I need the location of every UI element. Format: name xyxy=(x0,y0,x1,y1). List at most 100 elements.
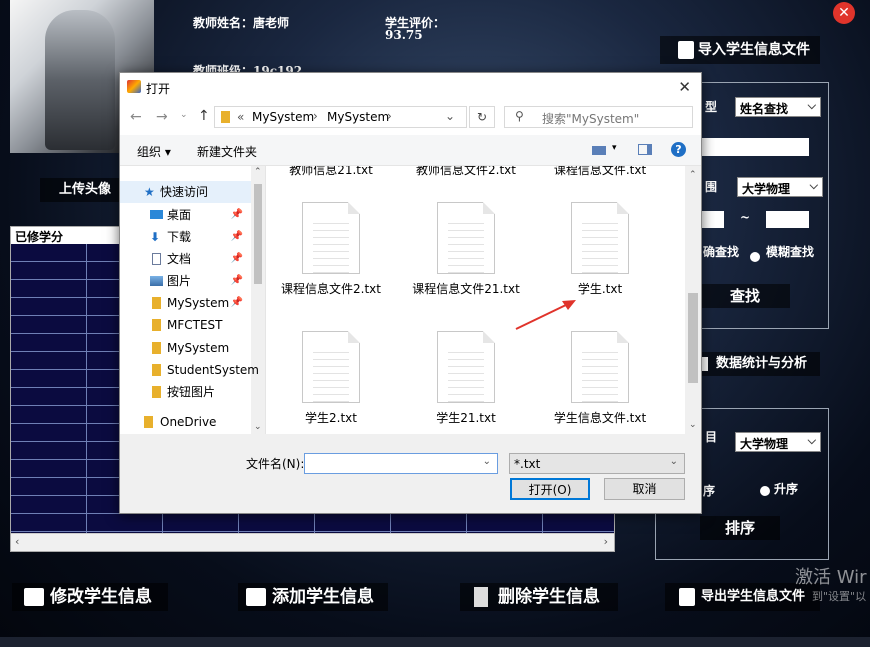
file-item[interactable]: 学生.txt xyxy=(540,202,660,297)
desktop-icon xyxy=(150,210,163,219)
new-folder-button[interactable]: 新建文件夹 xyxy=(197,143,257,160)
pin-icon[interactable]: 📌 xyxy=(231,270,243,292)
asc-label: 升序 xyxy=(774,482,799,496)
folder-icon xyxy=(144,416,153,428)
scroll-right-icon[interactable]: › xyxy=(604,535,608,548)
file-item[interactable]: 学生21.txt xyxy=(406,331,526,426)
sidebar-item-downloads[interactable]: ⬇ 下载 📌 xyxy=(120,226,251,248)
organize-menu[interactable]: 组织 ▾ xyxy=(137,143,171,160)
asc-radio[interactable] xyxy=(760,486,770,496)
range-max-input[interactable] xyxy=(766,211,809,228)
sidebar-item-quick-access[interactable]: ★ 快速访问 xyxy=(120,181,251,203)
pin-icon[interactable]: 📌 xyxy=(231,204,243,226)
pin-icon[interactable]: 📌 xyxy=(231,292,243,314)
chevron-down-icon: ⌵ xyxy=(807,434,816,447)
teacher-name: 教师姓名：唐老师 xyxy=(193,16,290,30)
app-close-button[interactable]: ✕ xyxy=(833,2,855,24)
recent-dropdown-icon[interactable]: ⌄ xyxy=(180,110,188,120)
file-item[interactable]: 课程信息文件21.txt xyxy=(406,202,526,297)
chevron-down-icon[interactable]: ⌄ xyxy=(483,456,491,467)
cancel-button[interactable]: 取消 xyxy=(604,478,685,500)
horizontal-scrollbar[interactable]: ‹ › xyxy=(11,533,614,551)
nav-scrollbar[interactable]: ⌃ ⌄ xyxy=(251,166,265,434)
sidebar-item-mfctest[interactable]: MFCTEST xyxy=(120,314,251,336)
file-item[interactable]: 教师信息文件2.txt xyxy=(406,166,526,178)
stats-button[interactable]: 数据统计与分析 xyxy=(700,352,820,376)
text-file-icon xyxy=(571,202,629,274)
file-type-select[interactable]: *.txt ⌄ xyxy=(509,453,685,474)
file-item[interactable]: 学生信息文件.txt xyxy=(540,331,660,426)
file-scroll-thumb[interactable] xyxy=(688,293,698,383)
view-options-icon[interactable] xyxy=(592,146,606,155)
close-icon: ✕ xyxy=(838,5,850,21)
up-icon[interactable]: ↑ xyxy=(198,108,210,124)
file-list-scrollbar[interactable]: ⌃ ⌄ xyxy=(685,166,701,434)
edit-icon xyxy=(24,588,44,606)
breadcrumb-item[interactable]: MySystem xyxy=(327,110,389,124)
text-file-icon xyxy=(302,202,360,274)
chevron-up-icon: ⌃ xyxy=(254,167,262,177)
filename-input[interactable]: ⌄ xyxy=(304,453,498,474)
forward-icon[interactable]: → xyxy=(156,109,168,125)
dialog-titlebar[interactable]: 打开 ✕ xyxy=(120,73,701,101)
file-item[interactable]: 学生2.txt xyxy=(271,331,391,426)
upload-avatar-button[interactable]: 上传头像 xyxy=(40,178,130,202)
nav-scroll-thumb[interactable] xyxy=(254,184,262,284)
trash-icon xyxy=(474,587,488,607)
search-box[interactable]: ⚲ 搜索"MySystem" xyxy=(504,106,693,128)
search-button[interactable]: 查找 xyxy=(700,284,790,308)
file-item[interactable]: 课程信息文件.txt xyxy=(540,166,660,178)
command-bar: 组织 ▾ 新建文件夹 ▾ ? xyxy=(120,135,701,166)
modify-button[interactable]: 修改学生信息 xyxy=(12,583,168,611)
text-file-icon xyxy=(571,331,629,403)
chevron-down-icon[interactable]: ▾ xyxy=(612,143,617,153)
file-item[interactable]: 课程信息文件2.txt xyxy=(271,202,391,297)
text-file-icon xyxy=(437,331,495,403)
delete-button[interactable]: 删除学生信息 xyxy=(460,583,618,611)
annotation-arrow xyxy=(515,300,576,330)
range-min-input[interactable] xyxy=(700,211,724,228)
refresh-button[interactable]: ↻ xyxy=(469,106,495,128)
subject-select[interactable]: 大学物理 ⌵ xyxy=(735,432,821,452)
sidebar-item-desktop[interactable]: 桌面 📌 xyxy=(120,204,251,226)
pin-icon[interactable]: 📌 xyxy=(231,226,243,248)
sort-button[interactable]: 排序 xyxy=(700,516,780,540)
range-label: 围 xyxy=(705,180,718,194)
sidebar-item-documents[interactable]: 文档 📌 xyxy=(120,248,251,270)
chevron-down-icon[interactable]: ⌄ xyxy=(445,109,455,123)
file-item[interactable]: 教师信息21.txt xyxy=(271,166,391,178)
close-icon[interactable]: ✕ xyxy=(678,78,691,96)
edit-icon xyxy=(246,588,266,606)
fuzzy-search-radio[interactable] xyxy=(750,252,760,262)
sidebar-item-mysystem[interactable]: MySystem 📌 xyxy=(120,292,251,314)
taskbar xyxy=(0,637,870,647)
address-bar[interactable]: « MySystem › MySystem › ⌄ xyxy=(214,106,467,128)
add-button[interactable]: 添加学生信息 xyxy=(238,583,388,611)
sidebar-item-pictures[interactable]: 图片 📌 xyxy=(120,270,251,292)
range-select[interactable]: 大学物理 ⌵ xyxy=(737,177,823,197)
sidebar-item-studentsystem[interactable]: StudentSystem xyxy=(120,359,259,381)
breadcrumb-overflow[interactable]: « xyxy=(237,110,244,124)
sidebar-item-button-images[interactable]: 按钮图片 xyxy=(120,381,251,403)
subject-label: 目 xyxy=(705,430,718,444)
sidebar-item-mysystem-2[interactable]: MySystem xyxy=(120,337,251,359)
folder-icon xyxy=(152,319,161,331)
open-button[interactable]: 打开(O) xyxy=(510,478,590,500)
file-list[interactable]: 教师信息21.txt 教师信息文件2.txt 课程信息文件.txt 课程信息文件… xyxy=(266,166,701,434)
student-eval-value: 93.75 xyxy=(385,28,423,42)
navigation-pane[interactable]: ⌃ ⌄ ★ 快速访问 桌面 📌 ⬇ 下载 📌 文档 📌 图片 📌 MySyste… xyxy=(120,166,266,434)
back-icon[interactable]: ← xyxy=(130,109,142,125)
breadcrumb-item[interactable]: MySystem xyxy=(252,110,314,124)
address-bar-row: ← → ⌄ ↑ « MySystem › MySystem › ⌄ ↻ ⚲ 搜索… xyxy=(120,101,701,135)
chevron-down-icon: ⌄ xyxy=(254,422,262,432)
preview-pane-icon[interactable] xyxy=(638,144,652,155)
search-type-select[interactable]: 姓名查找 ⌵ xyxy=(735,97,821,117)
text-file-icon xyxy=(302,331,360,403)
file-icon xyxy=(679,587,695,606)
search-input[interactable] xyxy=(700,138,809,156)
scroll-left-icon[interactable]: ‹ xyxy=(15,535,19,548)
sidebar-item-onedrive[interactable]: OneDrive xyxy=(120,411,251,433)
help-icon[interactable]: ? xyxy=(671,142,686,157)
pin-icon[interactable]: 📌 xyxy=(231,248,243,270)
import-button[interactable]: 导入学生信息文件 xyxy=(660,36,820,64)
